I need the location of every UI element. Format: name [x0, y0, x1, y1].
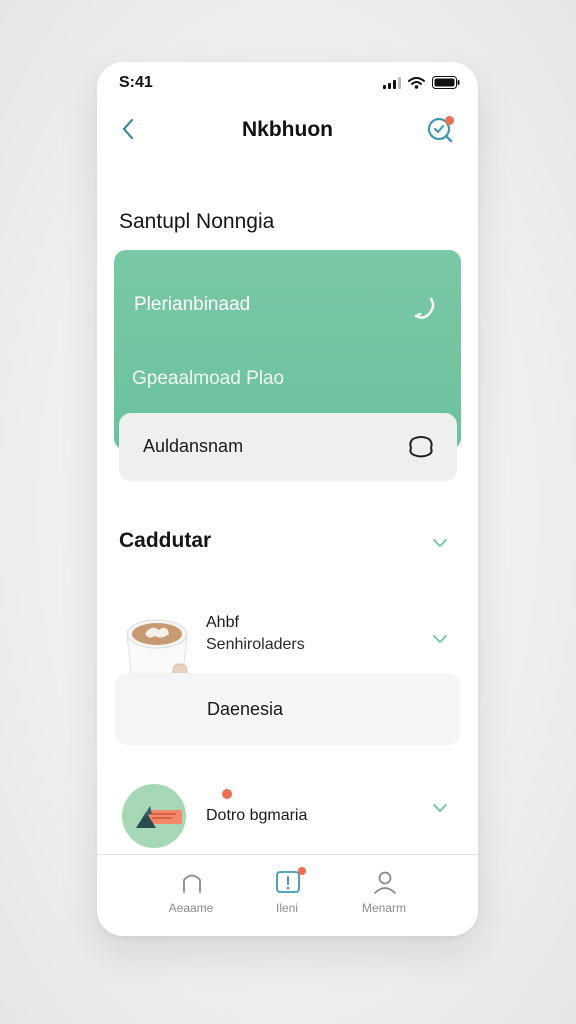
green-card-row1: Plerianbinaad	[134, 294, 251, 315]
chevron-down-icon[interactable]	[431, 534, 449, 552]
avatar	[122, 784, 186, 848]
list-item-title: Dotro bgmaria	[206, 807, 308, 824]
gray-card[interactable]: Auldansnam	[119, 413, 457, 481]
list-item-card[interactable]: Daenesia	[115, 673, 460, 745]
phone-button[interactable]	[411, 294, 439, 322]
wifi-icon	[408, 76, 425, 89]
tab-bar: Aeaame Ileni Menarm	[97, 854, 478, 936]
section-title-1: Santupl Nonngia	[119, 210, 275, 233]
battery-icon	[432, 76, 460, 89]
nav-bar: Nkbhuon	[97, 106, 478, 156]
notification-dot	[445, 116, 454, 125]
phone-frame: S:41 Nkbhuon Santupl Nonngia Plerianbina…	[97, 62, 478, 936]
list-item-card-label: Daenesia	[207, 699, 284, 719]
tab-label: Menarm	[361, 901, 406, 915]
gray-card-label: Auldansnam	[143, 436, 244, 456]
list-item-title: Ahbf	[206, 614, 239, 631]
status-bar: S:41	[97, 62, 478, 106]
phone-icon	[414, 297, 435, 319]
page-title: Nkbhuon	[242, 118, 333, 141]
chat-bubble-icon	[409, 436, 433, 458]
home-icon	[183, 874, 201, 893]
tab-label: Ileni	[275, 901, 298, 915]
notification-dot	[298, 867, 306, 875]
signal-icon	[383, 76, 401, 89]
user-icon	[374, 871, 396, 894]
chevron-down-icon[interactable]	[431, 630, 449, 648]
green-card-row2: Gpeaalmoad Plao	[132, 368, 285, 389]
list-item-subtitle: Senhiroladers	[206, 636, 305, 653]
search-button[interactable]	[426, 114, 456, 144]
status-icons	[383, 76, 460, 89]
alert-square-icon	[276, 871, 300, 893]
illustration-icon	[136, 806, 182, 828]
section-title-2: Caddutar	[119, 529, 212, 552]
tab-profile[interactable]: Menarm	[344, 855, 424, 925]
chat-button[interactable]	[407, 433, 435, 461]
chevron-down-icon[interactable]	[431, 799, 449, 817]
status-time: S:41	[119, 74, 153, 91]
tab-notifications[interactable]: Ileni	[247, 855, 327, 925]
tab-home[interactable]: Aeaame	[151, 855, 231, 925]
status-dot	[222, 789, 232, 799]
tab-label: Aeaame	[168, 901, 214, 915]
